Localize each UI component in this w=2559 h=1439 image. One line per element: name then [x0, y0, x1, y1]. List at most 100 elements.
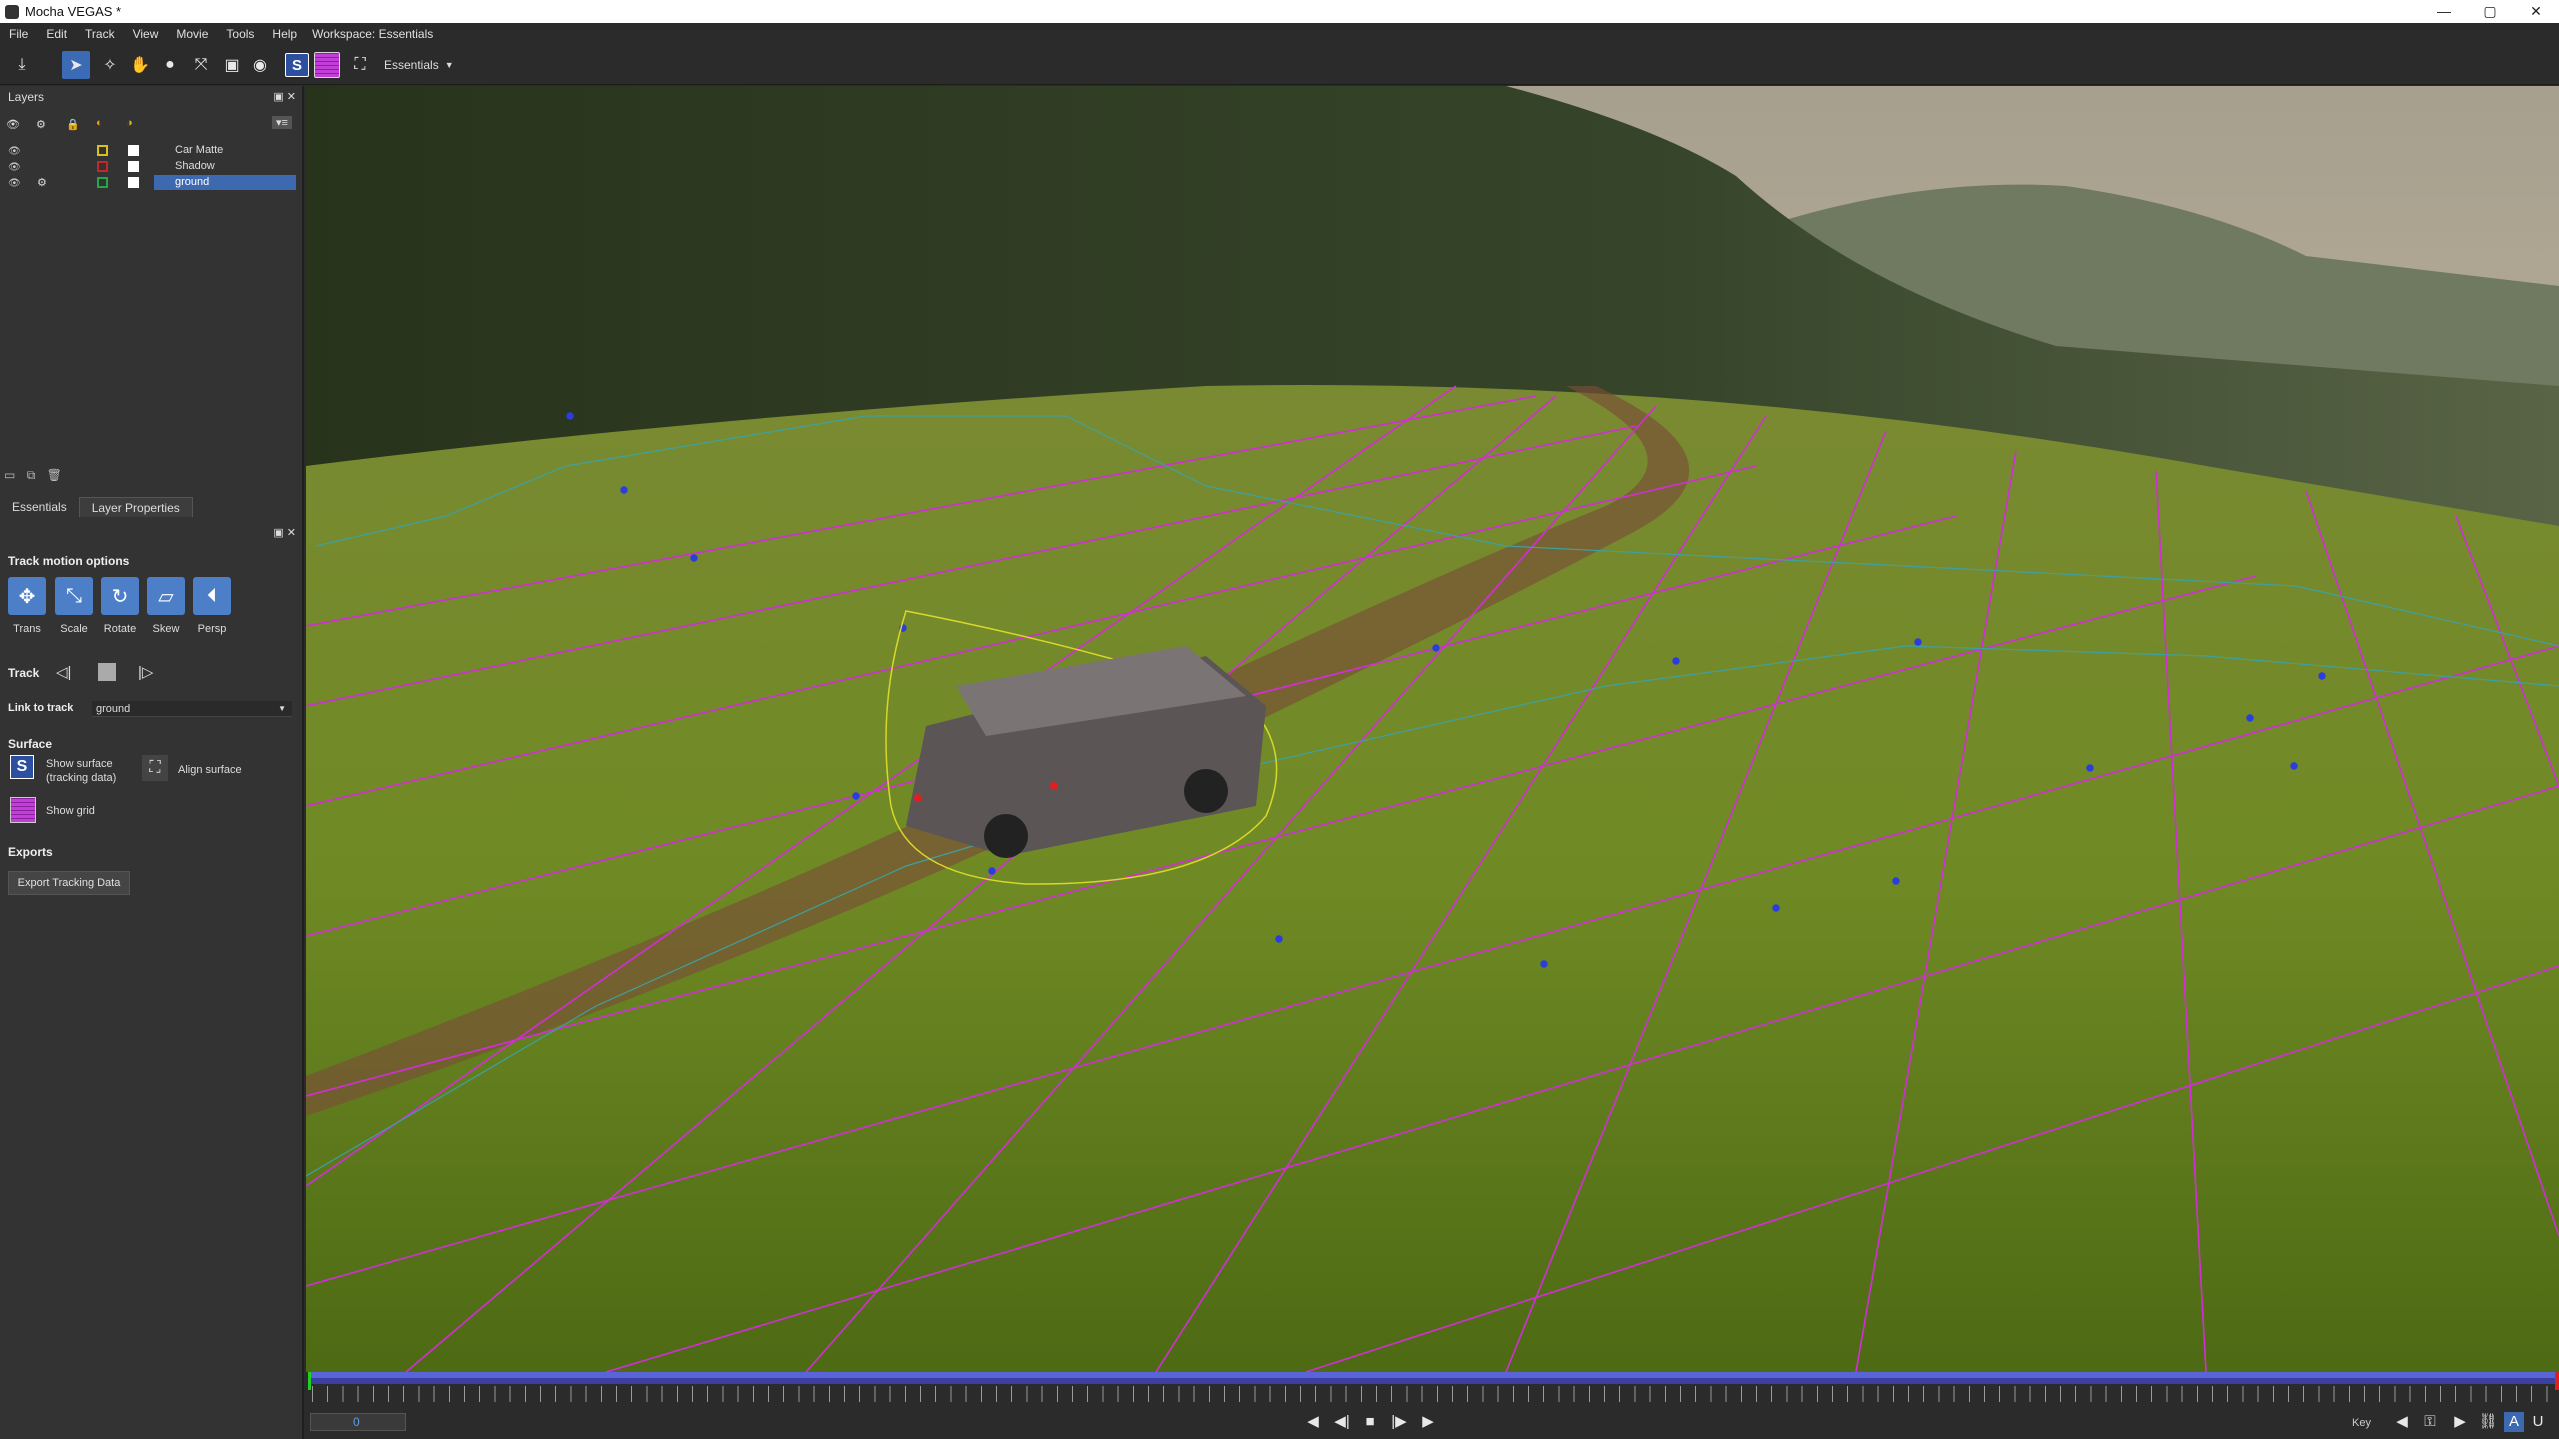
add-key-icon[interactable]: ⚿: [2420, 1412, 2440, 1432]
layer-color-swatch[interactable]: [97, 177, 108, 188]
add-point-icon[interactable]: ✧: [96, 51, 124, 79]
tab-essentials[interactable]: Essentials: [0, 497, 79, 517]
link-to-track-select[interactable]: ground ▼: [92, 701, 292, 717]
workspace-menu[interactable]: Workspace: Essentials: [306, 27, 442, 41]
layer-color-swatch[interactable]: [97, 161, 108, 172]
tab-layer-properties[interactable]: Layer Properties: [78, 497, 193, 517]
workspace-select[interactable]: Essentials ▼: [384, 55, 464, 75]
select-icon[interactable]: ▣: [218, 51, 246, 79]
skew-button[interactable]: ▱: [147, 577, 185, 615]
layer-color-swatch[interactable]: [97, 145, 108, 156]
menu-file[interactable]: File: [0, 27, 37, 41]
track-forward-icon[interactable]: |▷: [138, 663, 153, 681]
show-surface-label[interactable]: Show surface: [46, 758, 113, 770]
frame-input[interactable]: 0: [310, 1413, 406, 1431]
track-backward-icon[interactable]: ◁|: [56, 663, 71, 681]
layer-name[interactable]: Car Matte: [154, 143, 296, 158]
prev-key-icon[interactable]: ◀: [2392, 1412, 2412, 1432]
mag-icon[interactable]: ◉: [246, 51, 274, 79]
scale-button[interactable]: ⤡: [55, 577, 93, 615]
align-icon[interactable]: ⛶: [346, 51, 374, 79]
duplicate-layer-icon[interactable]: ⧉: [27, 468, 36, 482]
lock-icon[interactable]: 🔒: [66, 118, 80, 131]
next-key-icon[interactable]: ▶: [2450, 1412, 2470, 1432]
layer-menu-icon[interactable]: ▾≡: [272, 116, 292, 129]
maximize-icon[interactable]: ▢: [2467, 0, 2513, 23]
menu-tools[interactable]: Tools: [217, 27, 263, 41]
panel-float-close-icon[interactable]: ▣ ✕: [273, 526, 296, 539]
visibility-eye-icon[interactable]: 👁: [8, 162, 21, 173]
zoom-icon[interactable]: ●: [156, 51, 184, 79]
pointer-icon[interactable]: ➤: [62, 51, 90, 79]
transform-icon[interactable]: ⤧: [187, 51, 215, 79]
menu-bar: File Edit Track View Movie Tools Help Wo…: [0, 23, 2559, 45]
unlink-icon[interactable]: U: [2528, 1412, 2548, 1432]
show-grid-icon[interactable]: [10, 797, 36, 823]
delete-key-icon[interactable]: ⛓: [2478, 1412, 2498, 1432]
track-label: Track: [8, 666, 40, 680]
show-grid-icon[interactable]: [314, 52, 340, 78]
export-tracking-data-button[interactable]: Export Tracking Data: [8, 871, 130, 895]
timeline: 0 ◀ ◀| ■ |▶ ▶ Key ◀ ⚿ ▶ ⛓ A U: [306, 1372, 2559, 1439]
trans-label: Trans: [13, 623, 41, 635]
visibility-eye-icon[interactable]: 👁: [8, 178, 21, 189]
play-backward-icon[interactable]: ◀: [1303, 1412, 1323, 1432]
gear-icon[interactable]: ⚙: [36, 118, 46, 131]
matte-swatch[interactable]: [128, 177, 139, 188]
viewer[interactable]: [306, 86, 2559, 1372]
show-surface-icon[interactable]: S: [285, 53, 309, 77]
layer-name-selected[interactable]: ground: [154, 175, 296, 190]
rotate-label: Rotate: [103, 623, 137, 635]
hand-icon[interactable]: ✋: [126, 51, 154, 79]
import-icon[interactable]: ⤓: [8, 51, 36, 79]
step-back-icon[interactable]: ◀|: [1332, 1412, 1352, 1432]
layer-actions: ▭ ⧉ 🗑: [4, 468, 62, 483]
stop-tracking-icon[interactable]: [98, 663, 116, 681]
frame-value: 0: [353, 1415, 360, 1429]
trans-button[interactable]: ✥: [8, 577, 46, 615]
viewer-canvas[interactable]: [306, 86, 2559, 1372]
step-forward-icon[interactable]: |▶: [1389, 1412, 1409, 1432]
timeline-ruler[interactable]: [312, 1386, 2550, 1402]
gear-icon[interactable]: ⚙: [37, 176, 47, 189]
menu-help[interactable]: Help: [263, 27, 306, 41]
matte-color-icon[interactable]: ◑: [126, 117, 133, 129]
layer-name[interactable]: Shadow: [154, 159, 296, 174]
menu-track[interactable]: Track: [76, 27, 124, 41]
out-point-marker[interactable]: [2555, 1372, 2559, 1390]
surface-title: Surface: [8, 737, 53, 751]
matte-swatch[interactable]: [128, 161, 139, 172]
delete-layer-icon[interactable]: 🗑: [47, 468, 62, 482]
timeline-cache-bar: [308, 1378, 2557, 1384]
eye-icon[interactable]: 👁: [6, 118, 20, 131]
properties-tabs: Essentials Layer Properties: [0, 497, 304, 517]
layer-row[interactable]: 👁 Shadow: [0, 159, 300, 175]
menu-movie[interactable]: Movie: [167, 27, 217, 41]
close-icon[interactable]: ✕: [2513, 0, 2559, 23]
rotate-button[interactable]: ↻: [101, 577, 139, 615]
visibility-eye-icon[interactable]: 👁: [8, 146, 21, 157]
play-forward-icon[interactable]: ▶: [1418, 1412, 1438, 1432]
persp-button[interactable]: ⏴: [193, 577, 231, 615]
playhead[interactable]: [308, 1372, 311, 1390]
autokey-icon[interactable]: A: [2504, 1412, 2524, 1432]
layer-row[interactable]: 👁 ⚙ ground: [0, 175, 300, 191]
window-title: Mocha VEGAS *: [25, 4, 122, 19]
stop-icon[interactable]: ■: [1360, 1412, 1380, 1432]
key-label: Key: [2352, 1417, 2371, 1429]
menu-edit[interactable]: Edit: [37, 27, 76, 41]
layer-row[interactable]: 👁 Car Matte: [0, 143, 300, 159]
panel-float-close-icon[interactable]: ▣ ✕: [273, 90, 296, 103]
align-surface-label[interactable]: Align surface: [178, 764, 242, 776]
layers-panel-title: Layers ▣ ✕: [0, 86, 302, 108]
new-folder-icon[interactable]: ▭: [4, 468, 15, 482]
matte-swatch[interactable]: [128, 145, 139, 156]
align-surface-icon[interactable]: ⛶: [142, 755, 168, 781]
show-grid-label[interactable]: Show grid: [46, 805, 95, 817]
show-surface-sublabel[interactable]: (tracking data): [46, 772, 116, 784]
layers-title: Layers: [8, 90, 45, 104]
menu-view[interactable]: View: [124, 27, 168, 41]
color-wheel-icon[interactable]: ◐: [96, 117, 103, 129]
show-surface-icon[interactable]: S: [10, 755, 34, 779]
minimize-icon[interactable]: —: [2421, 0, 2467, 23]
